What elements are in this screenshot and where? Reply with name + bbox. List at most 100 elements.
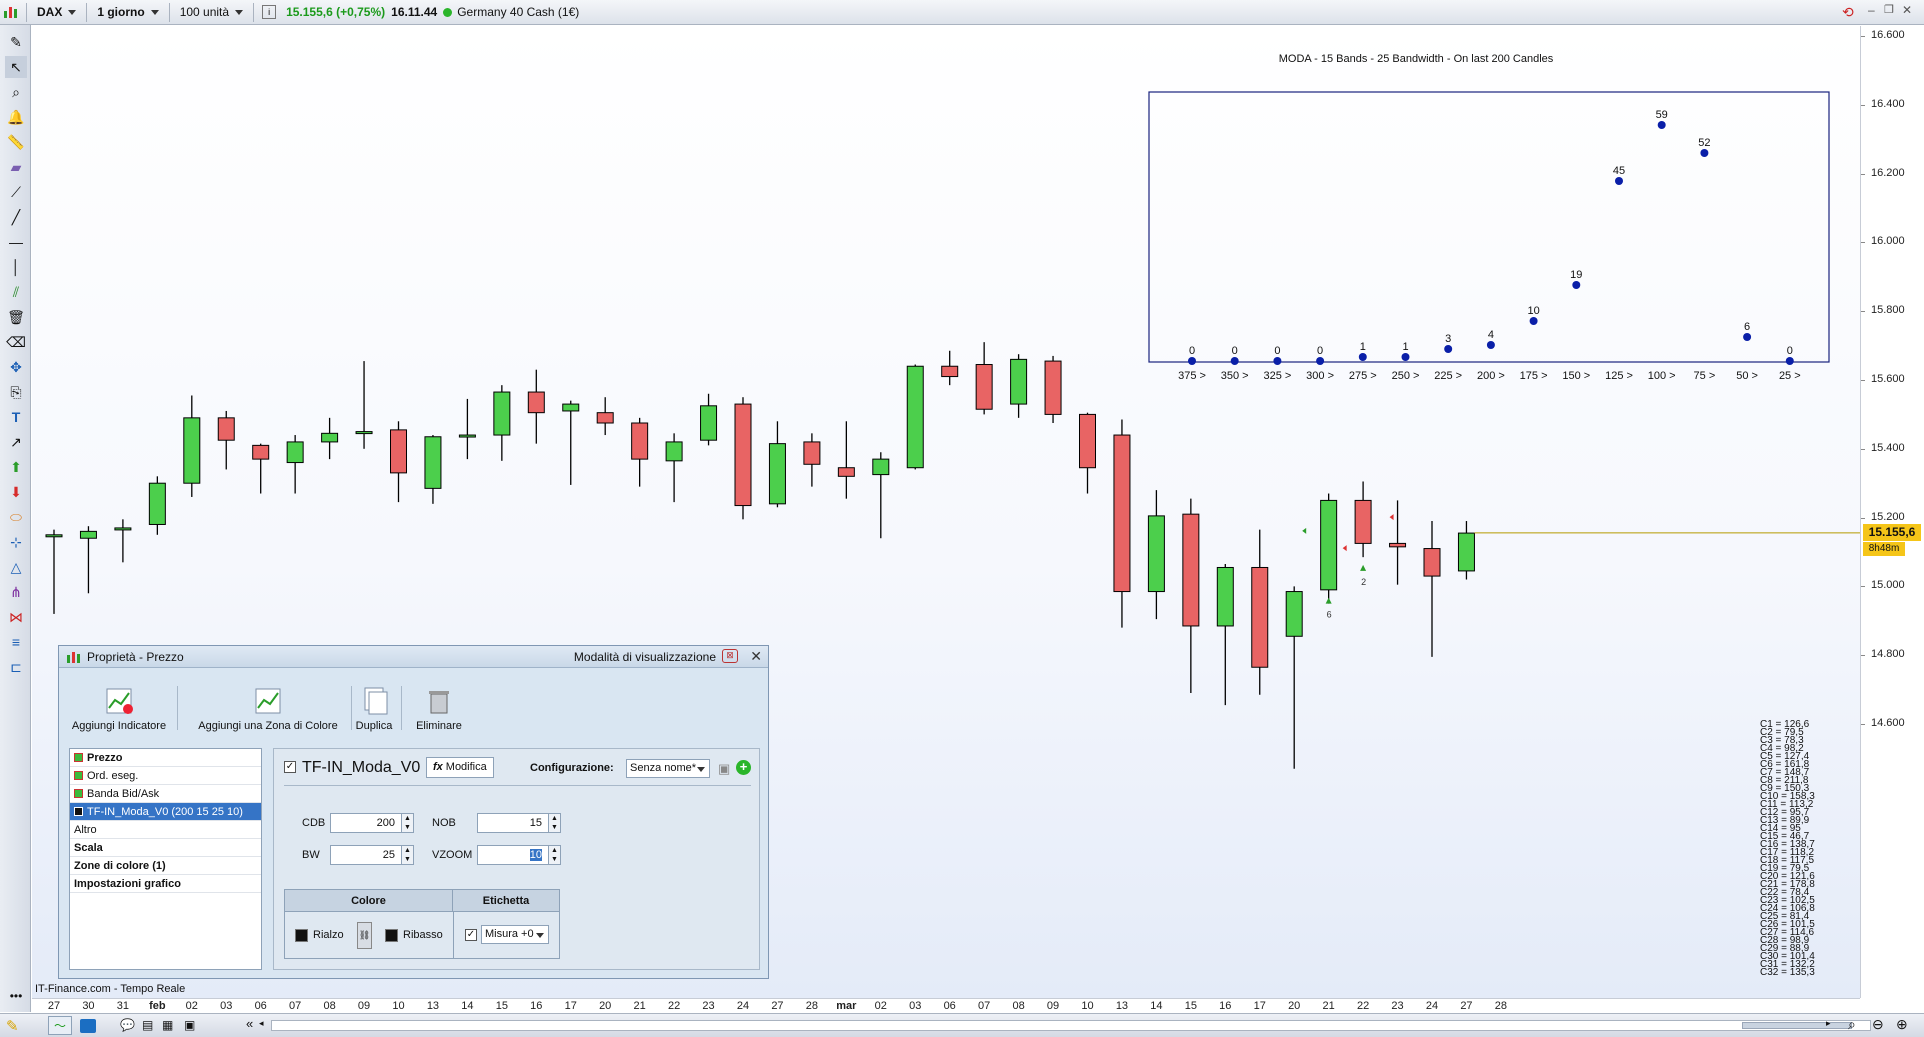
- units-select[interactable]: 100 unità: [174, 2, 249, 23]
- pencil-icon[interactable]: ✎: [5, 31, 27, 53]
- candle[interactable]: [458, 398, 476, 460]
- delete-button[interactable]: Eliminare: [404, 686, 474, 732]
- candle[interactable]: [665, 433, 683, 503]
- info-icon[interactable]: i: [262, 5, 277, 19]
- candle[interactable]: [1147, 490, 1165, 620]
- candle[interactable]: [286, 435, 304, 494]
- zoom-box-icon[interactable]: ⌕: [1848, 1016, 1856, 1033]
- zoom-out-icon[interactable]: ⊖: [1872, 1016, 1884, 1033]
- candle[interactable]: [941, 350, 959, 386]
- settings-list-item[interactable]: Scala: [70, 839, 261, 857]
- candle[interactable]: [1285, 586, 1303, 769]
- cdb-input[interactable]: 200 ▲ ▼: [330, 813, 414, 833]
- line-icon[interactable]: ╱: [5, 206, 27, 228]
- settings-list-item[interactable]: Impostazioni grafico: [70, 875, 261, 893]
- candle[interactable]: [79, 526, 97, 594]
- mode-icon[interactable]: ⊠: [722, 649, 738, 663]
- horizontal-scrollbar[interactable]: [271, 1020, 1871, 1031]
- candle[interactable]: [183, 395, 201, 497]
- candle[interactable]: [906, 364, 924, 470]
- candle[interactable]: [424, 435, 442, 504]
- alarm-icon[interactable]: 🔔: [5, 106, 27, 128]
- add-indicator-button[interactable]: Aggiungi Indicatore: [69, 686, 169, 732]
- candle[interactable]: [872, 452, 890, 539]
- settings-list-item[interactable]: Banda Bid/Ask: [70, 785, 261, 803]
- candle[interactable]: [734, 397, 752, 520]
- date-axis[interactable]: 27 30 31 feb 02 03 06 07 08 09 10 13 14 15 16 17 20 21 22 2…: [32, 998, 1860, 1013]
- vzoom-spinner[interactable]: ▲ ▼: [548, 846, 560, 864]
- zoom-icon[interactable]: ⌕: [5, 81, 27, 103]
- timeframe-select[interactable]: 1 giorno: [91, 2, 164, 23]
- candle[interactable]: [1010, 354, 1028, 418]
- candle[interactable]: [1354, 481, 1372, 558]
- triangle-icon[interactable]: △: [5, 556, 27, 578]
- eraser-icon[interactable]: ⌫: [5, 331, 27, 353]
- arrow-line-icon[interactable]: ↗: [5, 431, 27, 453]
- ellipse-icon[interactable]: ⬭: [5, 506, 27, 528]
- share-icon[interactable]: [80, 1019, 96, 1033]
- zoom-in-icon[interactable]: ⊕: [1896, 1016, 1908, 1033]
- pencil-icon[interactable]: ✎: [6, 1017, 19, 1035]
- horizontal-line-icon[interactable]: —: [5, 231, 27, 253]
- candle[interactable]: [1182, 498, 1200, 694]
- pointer-icon[interactable]: ↖: [5, 56, 27, 78]
- candle[interactable]: [390, 421, 407, 503]
- trash-icon[interactable]: 🗑: [5, 306, 27, 328]
- bw-spinner[interactable]: ▲ ▼: [401, 846, 413, 864]
- chart-app-icon[interactable]: [0, 2, 22, 23]
- minimize-icon[interactable]: –: [1868, 3, 1875, 17]
- bw-input[interactable]: 25 ▲ ▼: [330, 845, 414, 865]
- candle[interactable]: [631, 417, 649, 487]
- candle[interactable]: [355, 361, 373, 449]
- panel-titlebar[interactable]: Proprietà - Prezzo Modalità di visualizz…: [59, 646, 768, 668]
- candle[interactable]: [321, 417, 339, 460]
- ruler-alt-icon[interactable]: ▰: [5, 156, 27, 178]
- pitchfork-icon[interactable]: ⋔: [5, 581, 27, 603]
- settings-list-item[interactable]: Zone di colore (1): [70, 857, 261, 875]
- candle[interactable]: [45, 529, 63, 614]
- link-icon[interactable]: ⛓: [357, 922, 372, 949]
- gann-icon[interactable]: ⋈: [5, 606, 27, 628]
- arrow-down-icon[interactable]: ⬇: [5, 481, 27, 503]
- vertical-line-icon[interactable]: │: [5, 256, 27, 278]
- scroll-left-icon[interactable]: ◂: [259, 1018, 268, 1032]
- candle[interactable]: [1044, 355, 1062, 423]
- indicator-icon[interactable]: 〜: [48, 1016, 72, 1035]
- settings-list-item[interactable]: Prezzo: [70, 749, 261, 767]
- candle[interactable]: [596, 397, 614, 436]
- candle[interactable]: [1251, 529, 1269, 695]
- nob-spinner[interactable]: ▲ ▼: [548, 814, 560, 832]
- candle[interactable]: [1216, 564, 1234, 706]
- candle[interactable]: [975, 342, 993, 415]
- more-icon[interactable]: •••: [5, 985, 27, 1007]
- candle[interactable]: [1320, 493, 1338, 604]
- scrollbar-thumb[interactable]: [1742, 1022, 1852, 1029]
- arrow-up-icon[interactable]: ⬆: [5, 456, 27, 478]
- candle[interactable]: [114, 519, 132, 563]
- display-mode-label[interactable]: Modalità di visualizzazione: [574, 650, 716, 664]
- candle[interactable]: [148, 476, 166, 535]
- text-icon[interactable]: T: [5, 406, 27, 428]
- nob-input[interactable]: 15 ▲ ▼: [477, 813, 561, 833]
- candle[interactable]: [252, 443, 270, 494]
- candle[interactable]: [562, 400, 580, 485]
- move-icon[interactable]: ✥: [5, 356, 27, 378]
- label-checkbox[interactable]: ✓: [465, 929, 477, 941]
- candle[interactable]: [700, 393, 718, 446]
- scroll-left-double-icon[interactable]: «: [246, 1016, 253, 1031]
- template-icon[interactable]: ▦: [162, 1018, 173, 1032]
- settings-list-item[interactable]: Altro: [70, 821, 261, 839]
- candle[interactable]: [527, 369, 545, 444]
- candle[interactable]: [1389, 500, 1407, 585]
- duplicate-button[interactable]: Duplica: [349, 686, 399, 732]
- candle[interactable]: [1423, 521, 1441, 657]
- candle[interactable]: [803, 433, 821, 487]
- candle[interactable]: [493, 385, 511, 461]
- segment-icon[interactable]: ⟋: [5, 181, 27, 203]
- candle[interactable]: [1457, 521, 1475, 580]
- settings-list-item[interactable]: Ord. eseg.: [70, 767, 261, 785]
- save-icon[interactable]: ▣: [184, 1018, 195, 1032]
- indicator-enabled-checkbox[interactable]: ✓: [284, 761, 296, 773]
- vzoom-input[interactable]: 10 ▲ ▼: [477, 845, 561, 865]
- modify-button[interactable]: fx Modifica: [426, 757, 494, 778]
